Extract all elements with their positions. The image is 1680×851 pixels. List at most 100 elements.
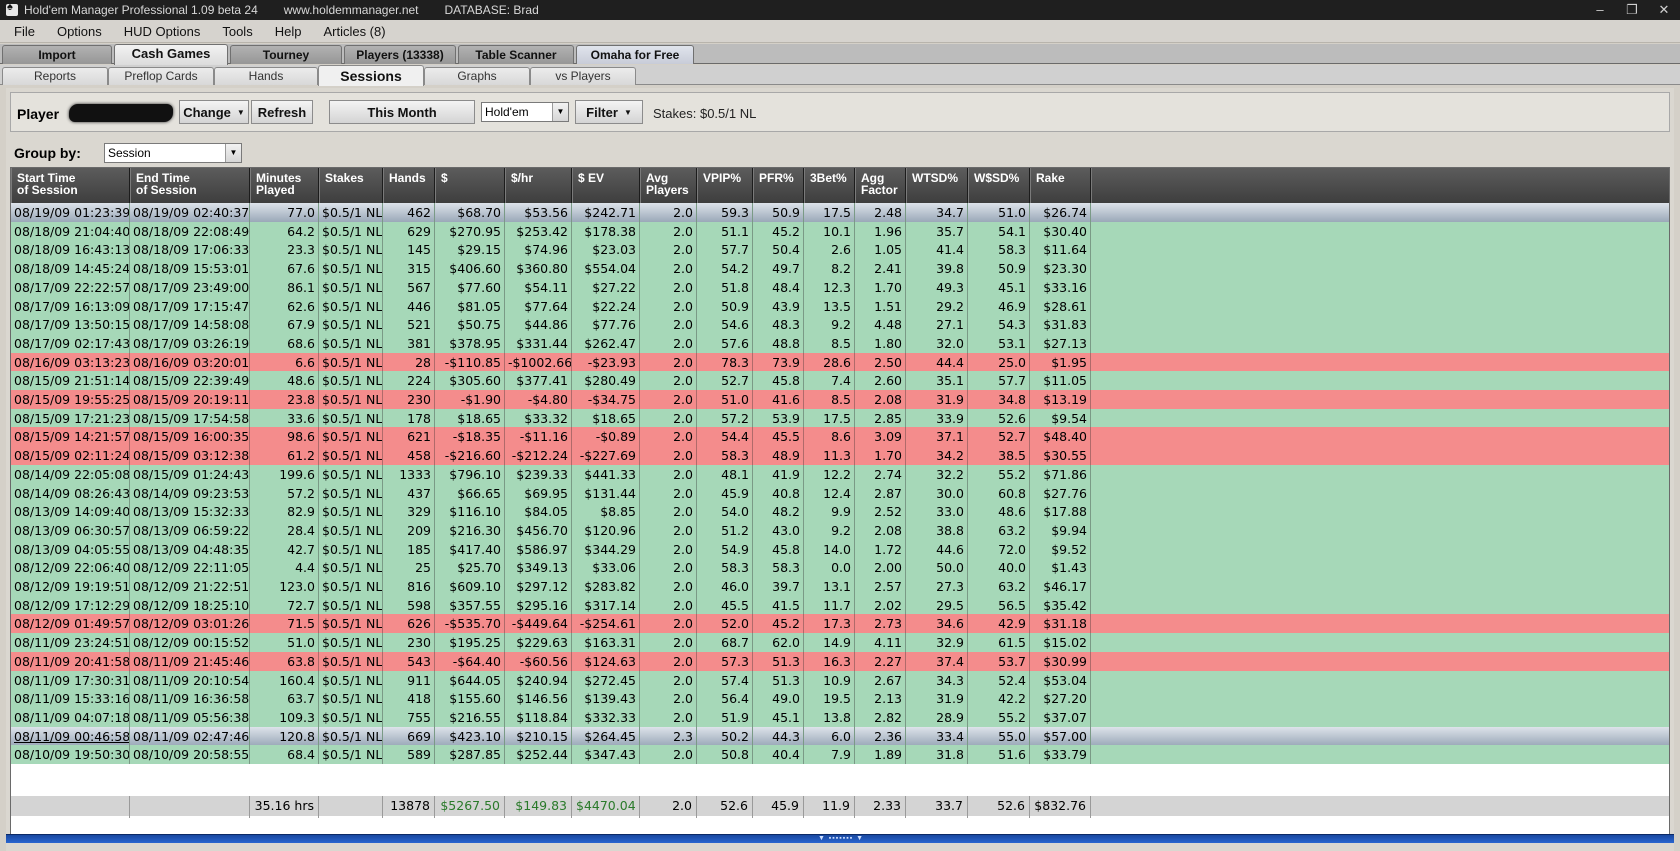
table-row[interactable]: 08/15/09 17:21:23 08/15/09 17:54:58 33.6 $0…: [11, 408, 1669, 428]
table-row[interactable]: 08/16/09 03:13:23 08/16/09 03:20:01 6.6 $0.…: [11, 352, 1669, 372]
column-header-stakes[interactable]: Stakes: [319, 168, 383, 203]
table-row[interactable]: 08/18/09 14:45:24 08/18/09 15:53:01 67.6 $0…: [11, 259, 1669, 279]
tab-reports[interactable]: Reports: [2, 67, 108, 85]
column-header-pfr[interactable]: PFR%: [753, 168, 804, 203]
chevron-down-icon[interactable]: ▼: [552, 103, 568, 121]
menu-articles[interactable]: Articles (8): [312, 24, 396, 39]
cell-stakes: $0.5/1 NL: [319, 558, 383, 578]
table-row[interactable]: 08/12/09 01:49:57 08/12/09 03:01:26 71.5 $0…: [11, 614, 1669, 634]
filter-button[interactable]: Filter ▼: [575, 100, 643, 124]
table-row[interactable]: 08/12/09 19:19:51 08/12/09 21:22:51 123.0 $…: [11, 577, 1669, 596]
table-row[interactable]: 08/18/09 21:04:40 08/18/09 22:08:49 64.2 $0…: [11, 221, 1669, 241]
menu-hud-options[interactable]: HUD Options: [113, 24, 212, 39]
table-row[interactable]: 08/11/09 04:07:18 08/11/09 05:56:38 109.3 $…: [11, 707, 1669, 727]
table-row[interactable]: 08/11/09 00:46:58 08/11/09 02:47:46 120.8 $…: [11, 726, 1669, 746]
cell-dollars: -$110.85: [435, 352, 505, 372]
table-row[interactable]: 08/13/09 04:05:55 08/13/09 04:48:35 42.7 $0…: [11, 539, 1669, 559]
panel-splitter[interactable]: ▼ ▪▪▪▪▪▪▪ ▼: [6, 834, 1674, 843]
cell-3bet: 12.2: [804, 464, 855, 484]
tab-tourney[interactable]: Tourney: [230, 45, 342, 64]
cell-stakes: $0.5/1 NL: [319, 577, 383, 596]
tab-import[interactable]: Import: [2, 45, 112, 64]
cell-stakes: $0.5/1 NL: [319, 221, 383, 241]
chevron-down-icon[interactable]: ▼: [225, 144, 241, 162]
menu-file[interactable]: File: [0, 24, 46, 39]
table-row[interactable]: 08/12/09 17:12:29 08/12/09 18:25:10 72.7 $0…: [11, 595, 1669, 615]
tab-sessions[interactable]: Sessions: [318, 65, 424, 86]
restore-button[interactable]: ❐: [1616, 0, 1648, 20]
menu-help[interactable]: Help: [264, 24, 313, 39]
column-header-3bet[interactable]: 3Bet%: [804, 168, 855, 203]
minimize-button[interactable]: –: [1584, 0, 1616, 20]
group-by-select[interactable]: Session ▼: [104, 143, 242, 163]
table-row[interactable]: 08/11/09 15:33:16 08/11/09 16:36:58 63.7 $0…: [11, 689, 1669, 709]
cell-vpip: 57.6: [697, 333, 753, 353]
cell-3bet: 14.0: [804, 539, 855, 559]
table-row[interactable]: 08/15/09 14:21:57 08/15/09 16:00:35 98.6 $0…: [11, 427, 1669, 447]
table-row[interactable]: 08/11/09 17:30:31 08/11/09 20:10:54 160.4 $…: [11, 670, 1669, 690]
table-row[interactable]: 08/11/09 20:41:58 08/11/09 21:45:46 63.8 $0…: [11, 651, 1669, 671]
refresh-button[interactable]: Refresh: [251, 100, 313, 124]
column-header-avg-players[interactable]: Avg Players: [640, 168, 697, 203]
cell-3bet: 8.5: [804, 333, 855, 353]
table-row[interactable]: 08/15/09 21:51:14 08/15/09 22:39:49 48.6 $0…: [11, 371, 1669, 391]
table-row[interactable]: 08/17/09 16:13:09 08/17/09 17:15:47 62.6 $0…: [11, 296, 1669, 316]
cell-rake: $27.76: [1030, 483, 1091, 503]
column-header-minutes-played[interactable]: Minutes Played: [250, 168, 319, 203]
menu-tools[interactable]: Tools: [211, 24, 263, 39]
date-range-button[interactable]: This Month: [329, 100, 475, 124]
table-row[interactable]: 08/14/09 22:05:08 08/15/09 01:24:43 199.6 $…: [11, 464, 1669, 484]
game-type-select[interactable]: Hold'em ▼: [481, 102, 569, 122]
table-row[interactable]: 08/17/09 02:17:43 08/17/09 03:26:19 68.6 $0…: [11, 333, 1669, 353]
close-button[interactable]: ✕: [1648, 0, 1680, 20]
table-row[interactable]: 08/11/09 23:24:51 08/12/09 00:15:52 51.0 $0…: [11, 633, 1669, 653]
cell-end-time: 08/12/09 00:15:52: [130, 633, 250, 653]
cell-hands: 589: [383, 745, 435, 765]
cell-start-time: 08/17/09 22:22:57: [11, 277, 130, 297]
tab-graphs[interactable]: Graphs: [424, 67, 530, 85]
filter-label: Filter: [586, 104, 618, 120]
table-row[interactable]: 08/13/09 06:30:57 08/13/09 06:59:22 28.4 $0…: [11, 520, 1669, 540]
column-header-dollars-per-hour[interactable]: $/hr: [505, 168, 572, 203]
cell-dollars-ev: -$254.61: [572, 614, 640, 634]
column-header-agg-factor[interactable]: Agg Factor: [855, 168, 906, 203]
table-row[interactable]: 08/10/09 19:50:30 08/10/09 20:58:55 68.4 $0…: [11, 745, 1669, 765]
tab-hands[interactable]: Hands: [214, 67, 318, 85]
column-header-hands[interactable]: Hands: [383, 168, 435, 203]
cell-vpip: 51.0: [697, 390, 753, 409]
tab-preflop-cards[interactable]: Preflop Cards: [108, 67, 214, 85]
table-row[interactable]: 08/15/09 02:11:24 08/15/09 03:12:38 61.2 $0…: [11, 446, 1669, 466]
grip-icon[interactable]: ▼ ▪▪▪▪▪▪▪ ▼: [806, 835, 876, 843]
total-dollars: $5267.50: [435, 796, 505, 818]
column-header-dollars-ev[interactable]: $ EV: [572, 168, 640, 203]
table-row[interactable]: 08/17/09 22:22:57 08/17/09 23:49:00 86.1 $0…: [11, 277, 1669, 297]
column-header-wsd[interactable]: W$SD%: [968, 168, 1030, 203]
table-row[interactable]: 08/18/09 16:43:13 08/18/09 17:06:33 23.3 $0…: [11, 240, 1669, 260]
column-header-wtsd[interactable]: WTSD%: [906, 168, 968, 203]
tab-vs-players[interactable]: vs Players: [530, 67, 636, 85]
tab-players[interactable]: Players (13338): [344, 45, 456, 64]
table-row[interactable]: 08/15/09 19:55:25 08/15/09 20:19:11 23.8 $0…: [11, 390, 1669, 409]
tab-omaha-for-free[interactable]: Omaha for Free: [576, 45, 694, 64]
cell-hands: 1333: [383, 464, 435, 484]
table-row[interactable]: 08/13/09 14:09:40 08/13/09 15:32:33 82.9 $0…: [11, 502, 1669, 522]
change-player-button[interactable]: Change ▼: [179, 100, 249, 124]
tab-table-scanner[interactable]: Table Scanner: [458, 45, 574, 64]
table-row[interactable]: 08/12/09 22:06:40 08/12/09 22:11:05 4.4 $0.…: [11, 558, 1669, 578]
column-header-dollars[interactable]: $: [435, 168, 505, 203]
table-row[interactable]: 08/17/09 13:50:15 08/17/09 14:58:08 67.9 $0…: [11, 315, 1669, 335]
cell-end-time: 08/13/09 15:32:33: [130, 502, 250, 522]
column-header-end-time[interactable]: End Time of Session: [130, 168, 250, 203]
cell-vpip: 50.8: [697, 745, 753, 765]
cell-wsd: 42.2: [968, 689, 1030, 709]
cell-rake: $31.18: [1030, 614, 1091, 634]
column-header-rake[interactable]: Rake: [1030, 168, 1091, 203]
column-header-start-time[interactable]: Start Time of Session: [11, 168, 130, 203]
column-header-vpip[interactable]: VPIP%: [697, 168, 753, 203]
table-row[interactable]: 08/19/09 01:23:39 08/19/09 02:40:37 77.0 $0…: [11, 203, 1669, 222]
tab-cash-games[interactable]: Cash Games: [114, 44, 228, 65]
column-header-text: of Session: [17, 183, 78, 197]
menu-options[interactable]: Options: [46, 24, 113, 39]
table-row[interactable]: 08/14/09 08:26:43 08/14/09 09:23:53 57.2 $0…: [11, 483, 1669, 503]
cell-hands: 621: [383, 427, 435, 447]
